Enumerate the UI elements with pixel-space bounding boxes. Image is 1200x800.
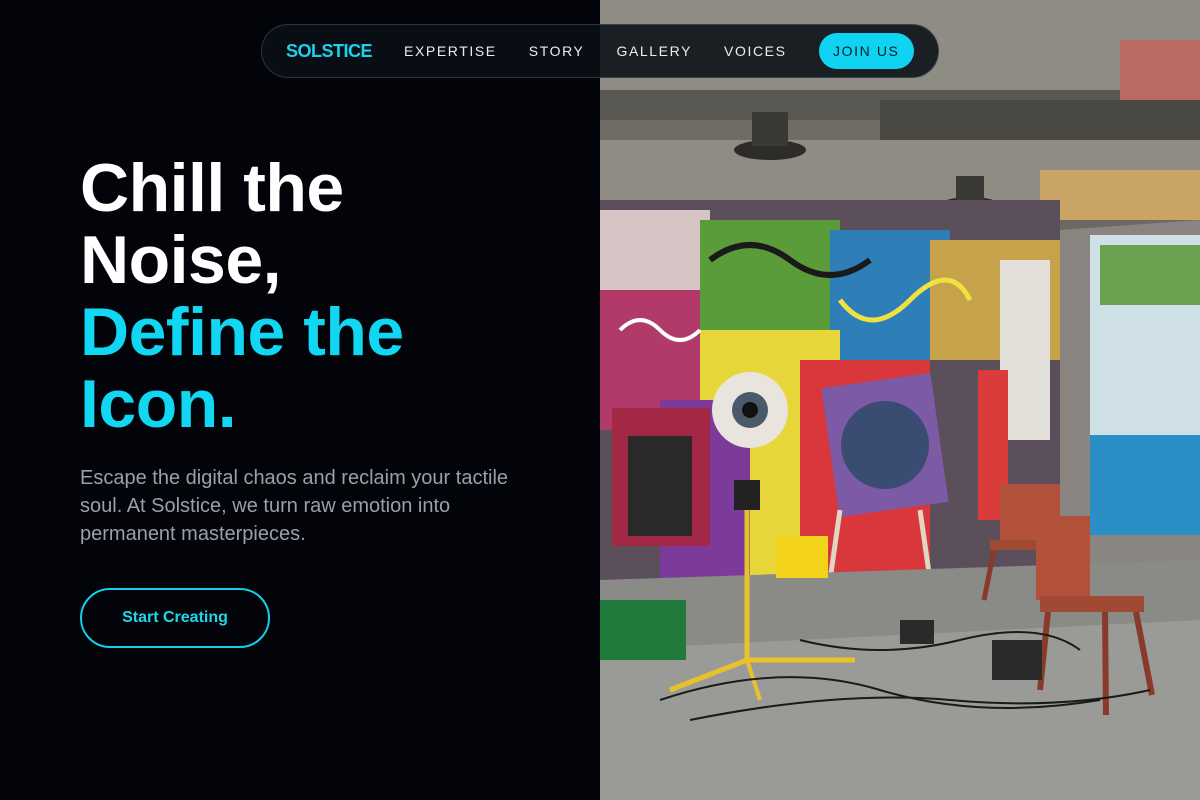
headline-line-2: Noise, — [80, 222, 282, 298]
top-navigation: SOLSTICE EXPERTISE STORY GALLERY VOICES … — [261, 24, 939, 78]
nav-link-story[interactable]: STORY — [529, 43, 585, 59]
hero-headline: Chill the Noise, Define the Icon. — [80, 152, 404, 440]
nav-link-gallery[interactable]: GALLERY — [616, 43, 692, 59]
studio-photo — [600, 0, 1200, 800]
studio-photo-illustration — [600, 0, 1200, 800]
brand-logo[interactable]: SOLSTICE — [286, 41, 373, 62]
headline-line-4: Icon. — [80, 366, 237, 442]
nav-link-expertise[interactable]: EXPERTISE — [404, 43, 497, 59]
join-us-button[interactable]: JOIN US — [818, 33, 914, 69]
start-creating-button[interactable]: Start Creating — [80, 588, 270, 648]
hero-left-panel: Chill the Noise, Define the Icon. Escape… — [0, 0, 600, 800]
nav-link-voices[interactable]: VOICES — [724, 43, 787, 59]
hero-subtext: Escape the digital chaos and reclaim you… — [80, 467, 509, 545]
headline-line-3: Define the — [80, 294, 404, 370]
headline-line-1: Chill the — [80, 150, 344, 226]
